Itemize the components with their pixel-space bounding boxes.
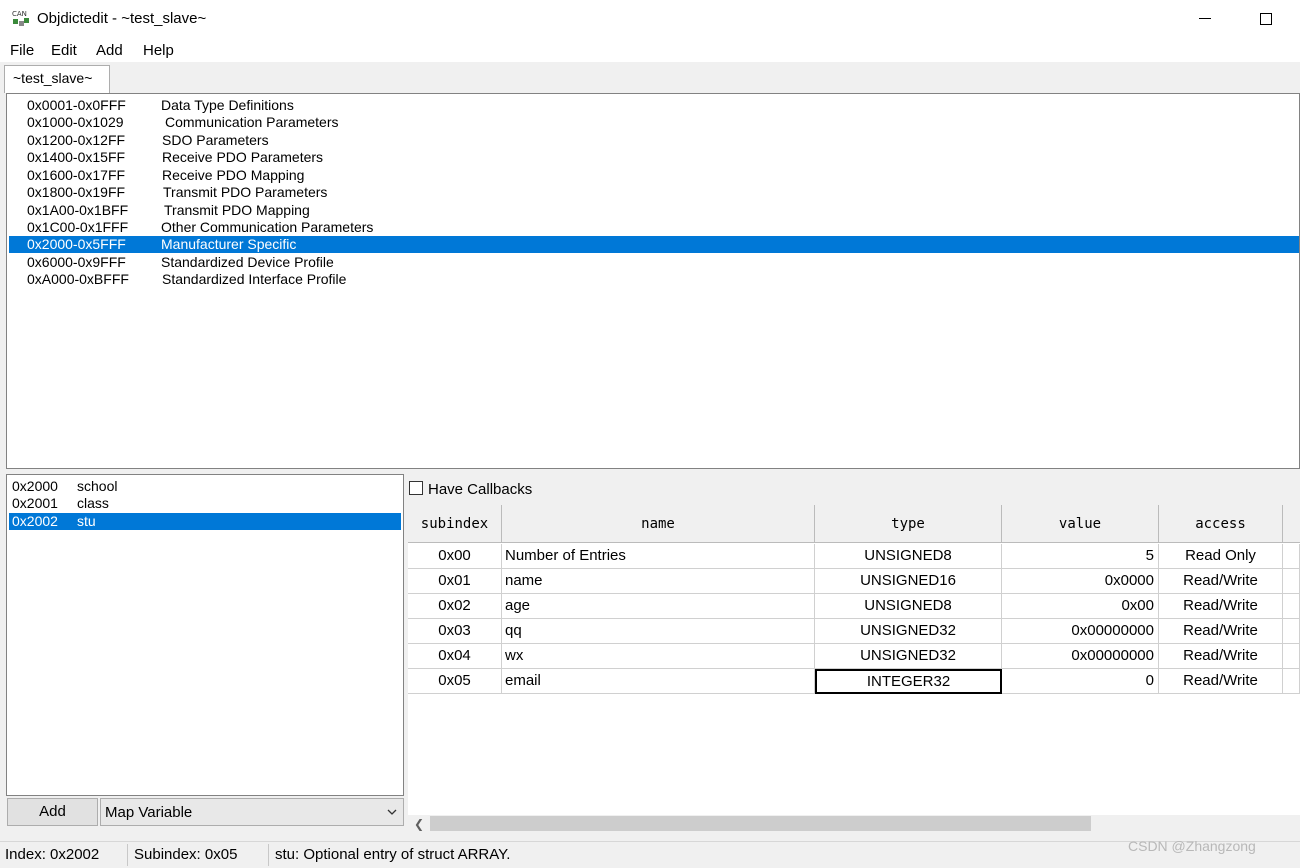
status-divider (127, 844, 128, 866)
cell-access[interactable]: Read/Write (1159, 644, 1283, 669)
maximize-button[interactable] (1260, 13, 1272, 25)
col-header-name[interactable]: name (502, 505, 815, 543)
cell-access[interactable]: Read/Write (1159, 619, 1283, 644)
watermark: CSDN @Zhangzong (1128, 838, 1256, 854)
tab-test-slave[interactable]: ~test_slave~ (4, 65, 110, 93)
category-item[interactable]: 0x1200-0x12FF SDO Parameters (9, 132, 1299, 149)
title-bar: CAN Objdictedit - ~test_slave~ (0, 0, 1300, 38)
cell-extra (1283, 669, 1300, 694)
category-item[interactable]: 0x0001-0x0FFF Data Type Definitions (9, 97, 1299, 114)
cell-name[interactable]: age (502, 594, 815, 619)
cell-extra (1283, 594, 1300, 619)
cell-name[interactable]: email (502, 669, 815, 694)
table-row: 0x00 Number of Entries UNSIGNED8 5 Read … (408, 544, 1300, 569)
category-list[interactable]: 0x0001-0x0FFF Data Type Definitions 0x100… (6, 93, 1300, 469)
cell-access[interactable]: Read/Write (1159, 569, 1283, 594)
tab-label: ~test_slave~ (13, 70, 93, 86)
cell-subindex[interactable]: 0x05 (408, 669, 502, 694)
cell-extra (1283, 544, 1300, 569)
window-title: Objdictedit - ~test_slave~ (37, 10, 207, 27)
menu-edit[interactable]: Edit (51, 42, 77, 59)
horizontal-scrollbar[interactable]: ❮ (408, 815, 1300, 832)
category-item[interactable]: 0x1C00-0x1FFF Other Communication Paramet… (9, 219, 1299, 236)
menu-bar: File Edit Add Help (0, 38, 1300, 62)
cell-access[interactable]: Read/Write (1159, 669, 1283, 694)
index-list[interactable]: 0x2000 school 0x2001 class 0x2002 stu (6, 474, 404, 796)
svg-text:CAN: CAN (12, 10, 27, 18)
cell-subindex[interactable]: 0x01 (408, 569, 502, 594)
cell-type-focused[interactable]: INTEGER32 (815, 669, 1002, 694)
table-row: 0x03 qq UNSIGNED32 0x00000000 Read/Write (408, 619, 1300, 644)
cell-value[interactable]: 5 (1002, 544, 1159, 569)
cell-subindex[interactable]: 0x02 (408, 594, 502, 619)
cell-extra (1283, 644, 1300, 669)
category-item[interactable]: 0x1000-0x1029 Communication Parameters (9, 114, 1299, 131)
index-item[interactable]: 0x2001 class (9, 495, 401, 512)
scroll-left-icon[interactable]: ❮ (414, 817, 424, 831)
cell-value[interactable]: 0x0000 (1002, 569, 1159, 594)
cell-type[interactable]: UNSIGNED32 (815, 644, 1002, 669)
category-item-selected[interactable]: 0x2000-0x5FFF Manufacturer Specific (9, 236, 1299, 253)
category-item[interactable]: 0x1400-0x15FF Receive PDO Parameters (9, 149, 1299, 166)
menu-add[interactable]: Add (96, 42, 123, 59)
col-header-value[interactable]: value (1002, 505, 1159, 543)
cell-name[interactable]: wx (502, 644, 815, 669)
cell-name[interactable]: Number of Entries (502, 544, 815, 569)
cell-type[interactable]: UNSIGNED8 (815, 544, 1002, 569)
status-message: stu: Optional entry of struct ARRAY. (275, 846, 511, 863)
cell-extra (1283, 619, 1300, 644)
index-item[interactable]: 0x2000 school (9, 478, 401, 495)
col-header-access[interactable]: access (1159, 505, 1283, 543)
menu-file[interactable]: File (10, 42, 34, 59)
cell-value[interactable]: 0x00 (1002, 594, 1159, 619)
can-app-icon: CAN (12, 10, 29, 26)
chevron-down-icon (387, 809, 397, 815)
category-item[interactable]: 0x1800-0x19FF Transmit PDO Parameters (9, 184, 1299, 201)
index-item-selected[interactable]: 0x2002 stu (9, 513, 401, 530)
cell-value[interactable]: 0x00000000 (1002, 619, 1159, 644)
status-subindex: Subindex: 0x05 (134, 846, 238, 863)
cell-name[interactable]: name (502, 569, 815, 594)
table-row: 0x01 name UNSIGNED16 0x0000 Read/Write (408, 569, 1300, 594)
cell-value[interactable]: 0 (1002, 669, 1159, 694)
col-header-subindex[interactable]: subindex (408, 505, 502, 543)
cell-access[interactable]: Read/Write (1159, 594, 1283, 619)
table-row: 0x05 email INTEGER32 0 Read/Write (408, 669, 1300, 694)
menu-help[interactable]: Help (143, 42, 174, 59)
table-row: 0x02 age UNSIGNED8 0x00 Read/Write (408, 594, 1300, 619)
cell-type[interactable]: UNSIGNED8 (815, 594, 1002, 619)
cell-extra (1283, 569, 1300, 594)
cell-type[interactable]: UNSIGNED32 (815, 619, 1002, 644)
have-callbacks-checkbox[interactable] (409, 481, 423, 495)
category-item[interactable]: 0xA000-0xBFFF Standardized Interface Prof… (9, 271, 1299, 288)
status-bar: Index: 0x2002 Subindex: 0x05 stu: Option… (0, 841, 1300, 868)
cell-value[interactable]: 0x00000000 (1002, 644, 1159, 669)
category-item[interactable]: 0x6000-0x9FFF Standardized Device Profile (9, 254, 1299, 271)
status-divider (268, 844, 269, 866)
col-header-type[interactable]: type (815, 505, 1002, 543)
map-variable-value: Map Variable (105, 804, 193, 821)
cell-type[interactable]: UNSIGNED16 (815, 569, 1002, 594)
tab-strip (0, 62, 1300, 92)
minimize-button[interactable] (1199, 18, 1211, 19)
scrollbar-thumb[interactable] (430, 816, 1091, 831)
subindex-grid[interactable]: subindex name type value access 0x00 Num… (408, 505, 1300, 815)
category-item[interactable]: 0x1A00-0x1BFF Transmit PDO Mapping (9, 202, 1299, 219)
category-item[interactable]: 0x1600-0x17FF Receive PDO Mapping (9, 167, 1299, 184)
table-row: 0x04 wx UNSIGNED32 0x00000000 Read/Write (408, 644, 1300, 669)
add-button[interactable]: Add (7, 798, 98, 826)
status-index: Index: 0x2002 (5, 846, 100, 863)
map-variable-select[interactable]: Map Variable (100, 798, 404, 826)
col-header-extra (1283, 505, 1300, 543)
cell-subindex[interactable]: 0x04 (408, 644, 502, 669)
cell-name[interactable]: qq (502, 619, 815, 644)
have-callbacks-label: Have Callbacks (428, 481, 533, 498)
cell-subindex[interactable]: 0x03 (408, 619, 502, 644)
cell-access[interactable]: Read Only (1159, 544, 1283, 569)
cell-subindex[interactable]: 0x00 (408, 544, 502, 569)
